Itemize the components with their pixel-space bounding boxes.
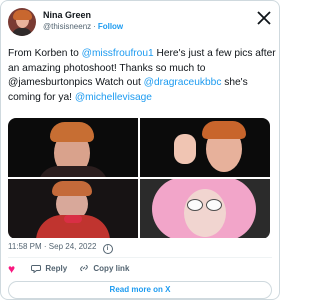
reply-label: Reply <box>45 263 68 273</box>
photo-4-lens-right <box>206 199 222 211</box>
photo-grid <box>8 118 270 239</box>
follow-button[interactable]: Follow <box>98 22 123 31</box>
tweet-card: Nina Green @thisisneenz · Follow From Korb… <box>0 0 280 300</box>
reply-button[interactable]: Reply <box>31 263 67 273</box>
photo-4[interactable] <box>140 179 270 238</box>
tweet-date[interactable]: Sep 24, 2022 <box>49 242 97 251</box>
photo-1-hair <box>50 122 94 142</box>
x-logo-icon[interactable] <box>257 11 271 25</box>
photo-4-lens-left <box>187 199 203 211</box>
mention-dragraceukbbc[interactable]: @dragraceukbbc <box>144 77 222 88</box>
reply-icon <box>31 265 42 273</box>
photo-4-face <box>184 189 226 237</box>
author-handle[interactable]: @thisisneenz <box>43 22 91 31</box>
heart-icon: ♥ <box>8 262 16 276</box>
author-name[interactable]: Nina Green <box>43 10 91 21</box>
dot-separator: · <box>93 22 96 31</box>
divider <box>8 257 272 258</box>
handle-row: @thisisneenz · Follow <box>43 22 123 32</box>
info-icon[interactable]: i <box>102 244 113 254</box>
action-bar: ♥ Reply Copy link <box>8 263 139 277</box>
mention-michellevisage[interactable]: @michellevisage <box>75 92 152 103</box>
copy-link-button[interactable]: Copy link <box>79 263 129 273</box>
photo-3-bowtie <box>64 215 82 223</box>
avatar-shoulders <box>12 28 32 36</box>
photo-2-hand <box>174 134 196 164</box>
photo-1-shoulders <box>38 166 108 177</box>
tweet-header: Nina Green @thisisneenz · Follow <box>8 7 273 41</box>
mention-missfroufrou1[interactable]: @missfroufrou1 <box>82 48 154 59</box>
photo-3-hair <box>52 181 92 196</box>
tweet-text: From Korben to @missfroufrou1 Here's jus… <box>8 47 276 105</box>
copy-link-label: Copy link <box>93 263 130 273</box>
tweet-time[interactable]: 11:58 PM <box>8 242 42 251</box>
read-more-button[interactable]: Read more on X <box>8 281 272 299</box>
timestamp-row: 11:58 PM · Sep 24, 2022 i <box>8 242 113 254</box>
link-icon <box>80 264 89 272</box>
photo-3[interactable] <box>8 179 138 238</box>
tweet-text-part: From Korben to <box>8 48 82 59</box>
author-avatar[interactable] <box>8 8 36 36</box>
photo-2[interactable] <box>140 118 270 177</box>
photo-1[interactable] <box>8 118 138 177</box>
like-button[interactable]: ♥ <box>8 263 19 275</box>
avatar-hair <box>13 10 32 20</box>
photo-2-hair <box>202 121 246 139</box>
time-separator: · <box>43 242 47 251</box>
